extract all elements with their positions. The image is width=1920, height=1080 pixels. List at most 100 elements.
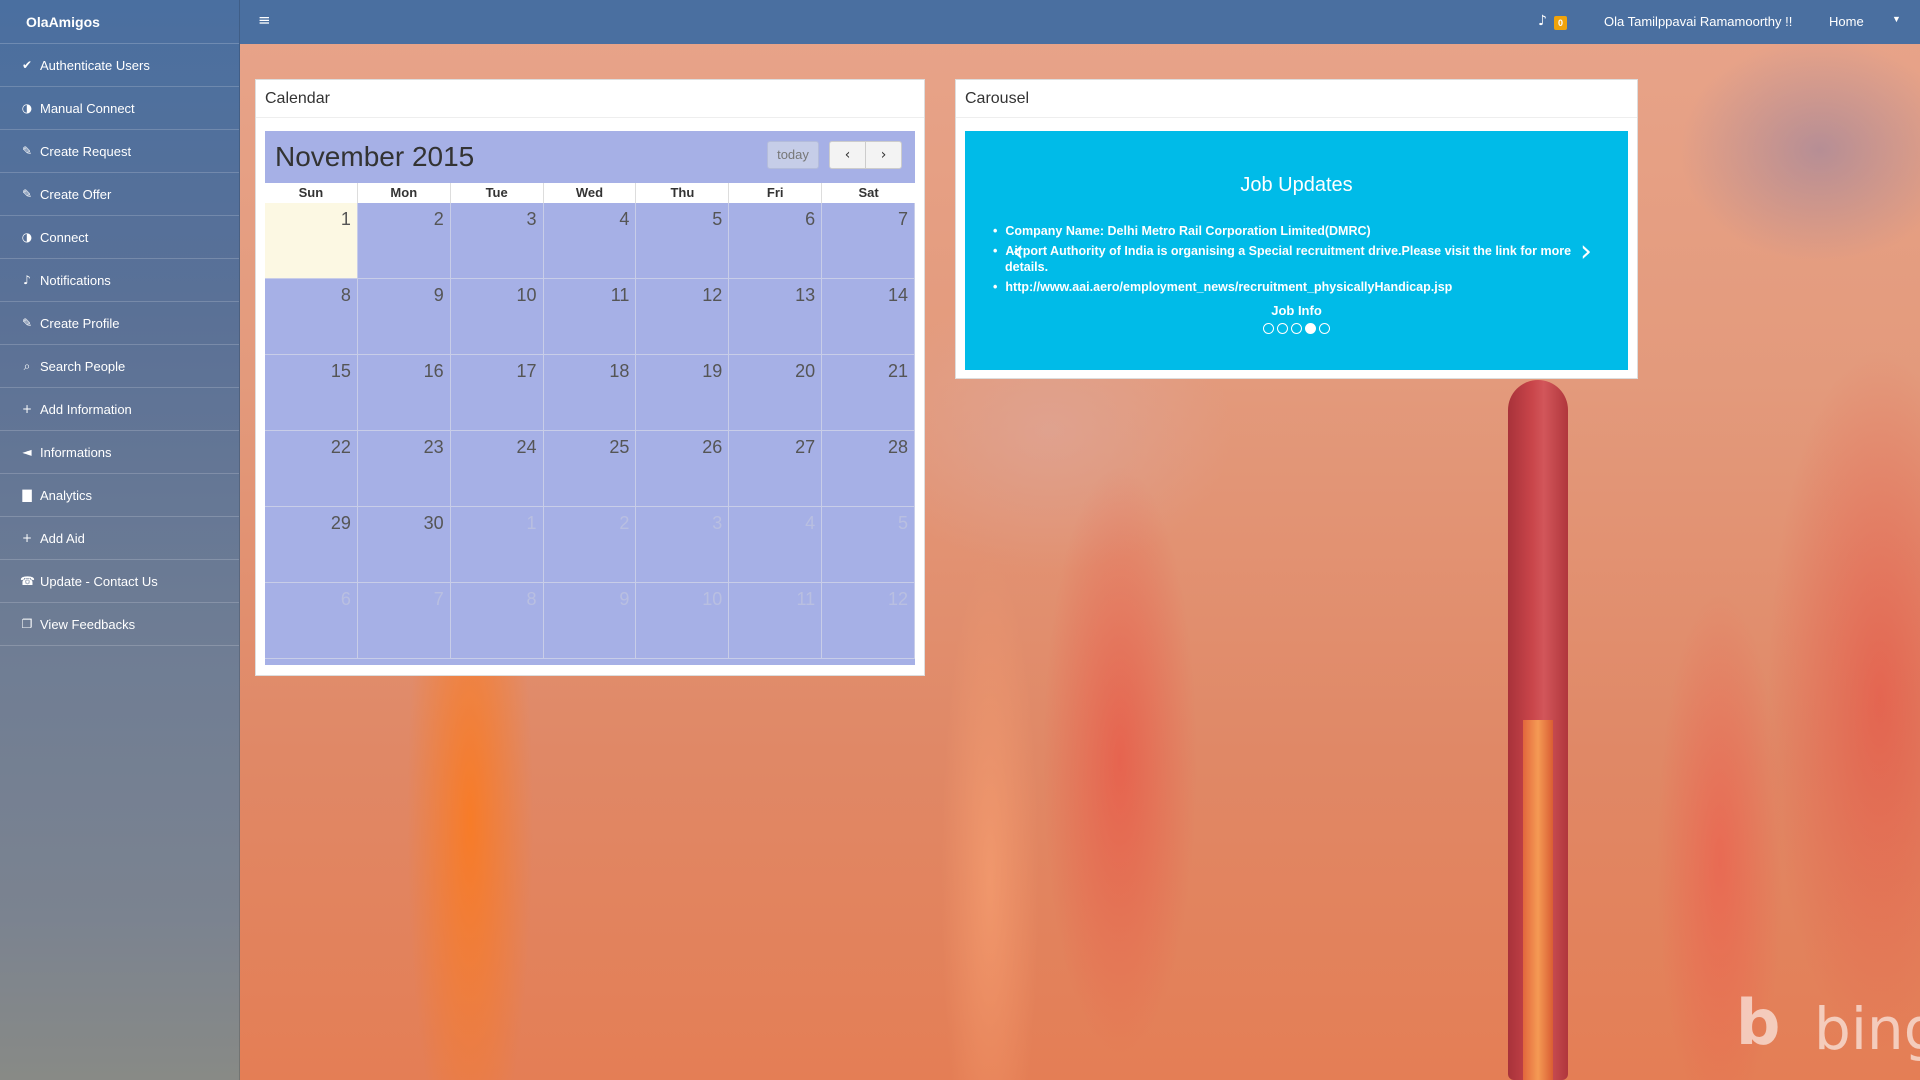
calendar-day-other-month[interactable]: 5 bbox=[822, 507, 915, 583]
carousel-indicator-dot[interactable] bbox=[1319, 323, 1330, 334]
carousel: Job Updates Company Name: Delhi Metro Ra… bbox=[965, 131, 1628, 370]
sidebar-item-label: Authenticate Users bbox=[40, 57, 150, 73]
next-month-button[interactable]: › bbox=[865, 141, 902, 169]
user-name[interactable]: Ola Tamilppavai Ramamoorthy !! bbox=[1604, 14, 1792, 29]
megaphone-icon: ◄ bbox=[22, 445, 32, 459]
calendar-day[interactable]: 6 bbox=[729, 203, 823, 279]
sidebar-item-update-contact-us[interactable]: ☎ Update - Contact Us bbox=[0, 560, 239, 603]
carousel-caption: Job Info bbox=[1271, 303, 1322, 318]
calendar-day-other-month[interactable]: 4 bbox=[729, 507, 823, 583]
sidebar-item-create-request[interactable]: ✎ Create Request bbox=[0, 130, 239, 173]
calendar-day-other-month[interactable]: 7 bbox=[357, 583, 451, 659]
bell-icon: ♪ bbox=[23, 273, 31, 287]
home-link[interactable]: Home bbox=[1829, 14, 1864, 29]
sidebar-item-notifications[interactable]: ♪ Notifications bbox=[0, 259, 239, 302]
bing-watermark: b bing bbox=[1736, 988, 1920, 1068]
carousel-indicator-dot[interactable] bbox=[1291, 323, 1302, 334]
carousel-panel-title: Carousel bbox=[956, 80, 1637, 118]
sidebar-item-view-feedbacks[interactable]: ❐ View Feedbacks bbox=[0, 603, 239, 646]
sidebar-item-manual-connect[interactable]: ◑ Manual Connect bbox=[0, 87, 239, 130]
calendar-day-other-month[interactable]: 9 bbox=[543, 583, 637, 659]
calendar-day[interactable]: 18 bbox=[543, 355, 637, 431]
calendar-day[interactable]: 13 bbox=[729, 279, 823, 355]
sidebar-item-label: Create Profile bbox=[40, 315, 120, 331]
weekday-label: Wed bbox=[544, 183, 637, 203]
edit-icon: ✎ bbox=[21, 316, 33, 330]
sidebar-item-create-profile[interactable]: ✎ Create Profile bbox=[0, 302, 239, 345]
sidebar-item-label: Create Request bbox=[40, 143, 132, 159]
calendar-day-other-month[interactable]: 3 bbox=[636, 507, 730, 583]
sidebar-item-create-offer[interactable]: ✎ Create Offer bbox=[0, 173, 239, 216]
calendar-day[interactable]: 14 bbox=[822, 279, 915, 355]
copy-icon: ❐ bbox=[21, 617, 33, 631]
phone-icon: ☎ bbox=[20, 574, 35, 588]
carousel-indicator-dot[interactable] bbox=[1277, 323, 1288, 334]
calendar-day[interactable]: 23 bbox=[357, 431, 451, 507]
calendar-day[interactable]: 22 bbox=[265, 431, 358, 507]
carousel-list-item[interactable]: http://www.aai.aero/employment_news/recr… bbox=[1005, 279, 1605, 295]
calendar-day-other-month[interactable]: 10 bbox=[636, 583, 730, 659]
carousel-indicator-dot[interactable] bbox=[1263, 323, 1274, 334]
calendar-day-other-month[interactable]: 11 bbox=[729, 583, 823, 659]
calendar-day[interactable]: 5 bbox=[636, 203, 730, 279]
sidebar-item-add-aid[interactable]: + Add Aid bbox=[0, 517, 239, 560]
calendar-day-other-month[interactable]: 2 bbox=[543, 507, 637, 583]
calendar-day[interactable]: 25 bbox=[543, 431, 637, 507]
bell-icon[interactable]: ♪ bbox=[1538, 13, 1547, 29]
calendar-day[interactable]: 16 bbox=[357, 355, 451, 431]
carousel-heading: Job Updates bbox=[1240, 174, 1353, 196]
calendar-day[interactable]: 27 bbox=[729, 431, 823, 507]
calendar-day-today[interactable]: 1 bbox=[265, 203, 358, 279]
calendar-day[interactable]: 24 bbox=[450, 431, 544, 507]
calendar-month-label: November 2015 bbox=[275, 141, 475, 172]
calendar-grid: 1 2 3 4 5 6 7 8 9 10 11 12 13 14 15 16 17 18 19 20 21 22 23 24 2… bbox=[265, 203, 915, 659]
weekday-header-row: Sun Mon Tue Wed Thu Fri Sat bbox=[265, 183, 915, 203]
carousel-next-icon[interactable]: › bbox=[1580, 237, 1592, 267]
brand-title[interactable]: OlaAmigos bbox=[0, 0, 239, 44]
sidebar-item-connect[interactable]: ◑ Connect bbox=[0, 216, 239, 259]
calendar-day[interactable]: 8 bbox=[265, 279, 358, 355]
sidebar-item-label: Informations bbox=[40, 444, 112, 460]
calendar-day[interactable]: 12 bbox=[636, 279, 730, 355]
carousel-panel: Carousel Job Updates Company Name: Delhi… bbox=[955, 79, 1638, 379]
calendar-day[interactable]: 4 bbox=[543, 203, 637, 279]
calendar-day[interactable]: 10 bbox=[450, 279, 544, 355]
menu-toggle-icon[interactable]: ≡ bbox=[258, 13, 272, 28]
calendar-day[interactable]: 3 bbox=[450, 203, 544, 279]
calendar-day[interactable]: 21 bbox=[822, 355, 915, 431]
calendar-day[interactable]: 29 bbox=[265, 507, 358, 583]
calendar-day[interactable]: 20 bbox=[729, 355, 823, 431]
previous-month-button[interactable]: ‹ bbox=[829, 141, 866, 169]
sidebar-item-label: Manual Connect bbox=[40, 100, 135, 116]
sidebar-item-search-people[interactable]: ⌕ Search People bbox=[0, 345, 239, 388]
sidebar-item-informations[interactable]: ◄ Informations bbox=[0, 431, 239, 474]
carousel-indicators bbox=[1263, 323, 1330, 334]
chevron-down-icon[interactable]: ▼ bbox=[1892, 14, 1901, 24]
today-button[interactable]: today bbox=[767, 141, 819, 169]
calendar-day-other-month[interactable]: 12 bbox=[822, 583, 915, 659]
weekday-label: Sun bbox=[265, 183, 358, 203]
calendar-day[interactable]: 15 bbox=[265, 355, 358, 431]
calendar-day[interactable]: 17 bbox=[450, 355, 544, 431]
sidebar-item-add-information[interactable]: + Add Information bbox=[0, 388, 239, 431]
calendar-day-other-month[interactable]: 6 bbox=[265, 583, 358, 659]
calendar-day-other-month[interactable]: 8 bbox=[450, 583, 544, 659]
calendar-day[interactable]: 9 bbox=[357, 279, 451, 355]
calendar-day-other-month[interactable]: 1 bbox=[450, 507, 544, 583]
calendar-day[interactable]: 26 bbox=[636, 431, 730, 507]
sidebar-item-label: Add Information bbox=[40, 401, 132, 417]
carousel-list-item: Airport Authority of India is organising… bbox=[1005, 243, 1605, 275]
calendar-day[interactable]: 11 bbox=[543, 279, 637, 355]
calendar-panel-title: Calendar bbox=[256, 80, 924, 118]
sidebar-item-authenticate-users[interactable]: ✔ Authenticate Users bbox=[0, 44, 239, 87]
calendar-day[interactable]: 19 bbox=[636, 355, 730, 431]
calendar-day[interactable]: 2 bbox=[357, 203, 451, 279]
calendar-day[interactable]: 30 bbox=[357, 507, 451, 583]
calendar-day[interactable]: 7 bbox=[822, 203, 915, 279]
sidebar-item-analytics[interactable]: ▇ Analytics bbox=[0, 474, 239, 517]
carousel-prev-icon[interactable]: ‹ bbox=[1012, 237, 1024, 267]
calendar-day[interactable]: 28 bbox=[822, 431, 915, 507]
calendar-panel: Calendar November 2015 today ‹ › Sun Mon T… bbox=[255, 79, 925, 676]
weekday-label: Tue bbox=[451, 183, 544, 203]
carousel-indicator-dot[interactable] bbox=[1305, 323, 1316, 334]
